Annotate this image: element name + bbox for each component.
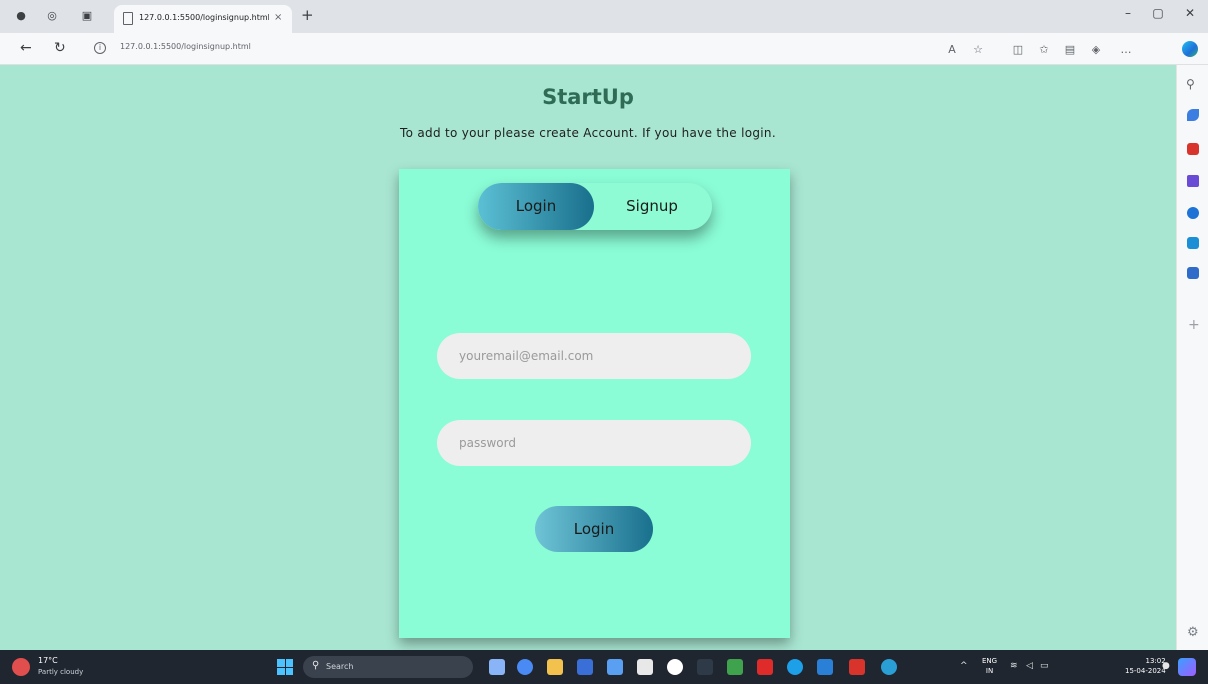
password-input[interactable]	[437, 420, 751, 466]
tab-actions-icon[interactable]: ▣	[80, 9, 94, 23]
tab-title: 127.0.0.1:5500/loginsignup.html	[139, 13, 269, 22]
ml-app-icon[interactable]	[697, 659, 713, 675]
language-code: ENG	[982, 657, 998, 665]
weather-icon[interactable]	[12, 658, 30, 676]
clock-date: 15-04-2024	[1125, 667, 1166, 675]
outlook-icon[interactable]	[1187, 237, 1199, 249]
read-aloud-icon[interactable]: A	[944, 43, 960, 56]
favorite-star-icon[interactable]: ☆	[970, 43, 986, 56]
login-signup-toggle: Login Signup	[478, 183, 712, 230]
new-tab-button[interactable]: +	[301, 6, 314, 24]
notification-app-icon[interactable]	[1178, 658, 1196, 676]
mail-app-icon[interactable]	[577, 659, 593, 675]
widgets-app-icon[interactable]	[489, 659, 505, 675]
search-icon: ⚲	[312, 660, 320, 671]
youtube-app-icon[interactable]	[757, 659, 773, 675]
language-region: IN	[985, 667, 994, 675]
weather-temperature[interactable]: 17°C	[38, 656, 58, 665]
split-screen-icon[interactable]: ◫	[1010, 43, 1026, 56]
address-bar: ← ↻ i 127.0.0.1:5500/loginsignup.html A …	[0, 33, 1208, 65]
url-field[interactable]: i 127.0.0.1:5500/loginsignup.html	[94, 39, 924, 59]
start-button-icon[interactable]	[277, 659, 293, 675]
wifi-icon[interactable]: ≋	[1010, 661, 1018, 671]
page-viewport: StartUp To add to your please create Acc…	[0, 65, 1176, 650]
browser-app-icon[interactable]	[667, 659, 683, 675]
language-indicator[interactable]: ENG IN	[982, 656, 997, 676]
page-icon	[123, 12, 133, 25]
add-sidebar-app-icon[interactable]: +	[1188, 317, 1200, 333]
auth-card: Login Signup Login	[399, 169, 790, 638]
file-explorer-icon[interactable]	[547, 659, 563, 675]
toggle-login-button[interactable]: Login	[478, 197, 594, 215]
office-icon[interactable]	[1187, 207, 1199, 219]
browser-tab-bar: ● ◎ ▣ 127.0.0.1:5500/loginsignup.html × …	[0, 0, 1208, 33]
close-tab-icon[interactable]: ×	[274, 12, 282, 23]
chat-app-icon[interactable]	[517, 659, 533, 675]
taskbar-search[interactable]: ⚲ Search	[303, 656, 473, 678]
terminal-app-icon[interactable]	[637, 659, 653, 675]
edge-app-icon[interactable]	[787, 659, 803, 675]
edge-sidebar: ⚲ + ⚙	[1176, 65, 1208, 650]
vscode-app-icon[interactable]	[817, 659, 833, 675]
settings-gear-icon[interactable]: ⚙	[1187, 625, 1199, 640]
volume-icon[interactable]: ◁	[1026, 661, 1033, 671]
battery-icon[interactable]: ▭	[1040, 661, 1049, 671]
copilot-app-icon[interactable]	[881, 659, 897, 675]
collections-icon[interactable]: ▤	[1062, 43, 1078, 56]
docs-app-icon[interactable]	[607, 659, 623, 675]
windows-taskbar: 17°C Partly cloudy ⚲ Search ^ ENG IN ≋ ◁…	[0, 650, 1208, 684]
profile-icon[interactable]: ●	[14, 9, 28, 23]
page-subtitle: To add to your please create Account. If…	[400, 126, 776, 140]
tools-icon[interactable]	[1187, 143, 1199, 155]
workspaces-icon[interactable]: ◎	[45, 9, 59, 23]
search-icon[interactable]: ⚲	[1186, 77, 1195, 91]
more-options-icon[interactable]: …	[1118, 43, 1134, 56]
taskbar-clock[interactable]: 13:02 15-04-2024	[1125, 656, 1166, 676]
extensions-icon[interactable]: ◈	[1088, 43, 1104, 56]
favorites-icon[interactable]: ✩	[1036, 43, 1052, 56]
taskbar-search-label: Search	[326, 662, 354, 671]
refresh-icon[interactable]: ↻	[54, 40, 66, 56]
app-icon[interactable]	[849, 659, 865, 675]
word-icon[interactable]	[1187, 267, 1199, 279]
login-button[interactable]: Login	[535, 506, 653, 552]
minimize-button[interactable]: –	[1118, 6, 1138, 20]
back-icon[interactable]: ←	[20, 40, 32, 56]
page-title: StartUp	[542, 85, 634, 109]
weather-description[interactable]: Partly cloudy	[38, 668, 83, 676]
email-input[interactable]	[437, 333, 751, 379]
close-window-button[interactable]: ✕	[1180, 6, 1200, 20]
toggle-signup-button[interactable]: Signup	[594, 197, 710, 215]
url-text[interactable]: 127.0.0.1:5500/loginsignup.html	[120, 42, 251, 51]
browser-tab[interactable]: 127.0.0.1:5500/loginsignup.html ×	[114, 5, 292, 33]
maximize-button[interactable]: ▢	[1148, 6, 1168, 20]
shopping-icon[interactable]	[1187, 109, 1199, 121]
excel-app-icon[interactable]	[727, 659, 743, 675]
games-icon[interactable]	[1187, 175, 1199, 187]
show-hidden-icons-icon[interactable]: ^	[960, 661, 968, 671]
notification-bell-icon[interactable]: ●	[1162, 661, 1170, 671]
site-info-icon[interactable]: i	[94, 42, 106, 54]
copilot-icon[interactable]	[1182, 41, 1198, 57]
